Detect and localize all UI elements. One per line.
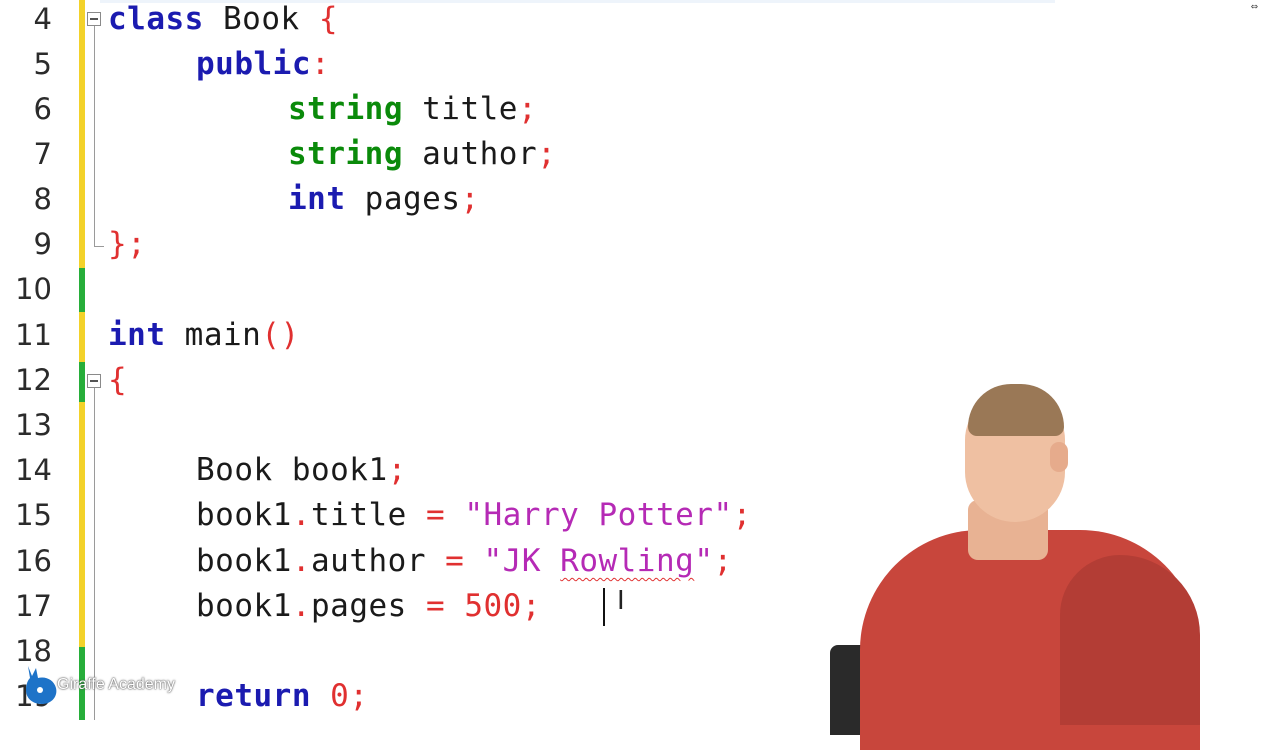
punctuation: ; xyxy=(517,91,538,127)
code-line-12: { xyxy=(108,358,127,403)
keyword: public xyxy=(196,46,311,82)
line-number: 8 xyxy=(33,182,52,216)
change-marker-modified xyxy=(79,268,85,312)
string-literal: " xyxy=(694,543,714,579)
identifier: book1 xyxy=(196,543,292,579)
code-line-9: }; xyxy=(108,222,146,267)
resize-icon: ⇔ xyxy=(1250,0,1258,13)
keyword: int xyxy=(288,181,346,217)
punctuation: . xyxy=(291,543,311,579)
ibeam-cursor-icon: I xyxy=(617,586,625,616)
punctuation: : xyxy=(310,46,331,82)
code-line-8: int pages; xyxy=(288,177,480,222)
fold-guide xyxy=(94,388,95,720)
identifier: book1 xyxy=(196,588,292,624)
punctuation: . xyxy=(291,588,311,624)
punctuation: ; xyxy=(349,678,369,714)
line-number: 11 xyxy=(15,318,52,352)
fold-guide-end xyxy=(94,246,104,247)
punctuation: ; xyxy=(537,136,557,172)
fold-toggle-icon[interactable] xyxy=(87,374,101,388)
punctuation: { xyxy=(108,362,128,398)
punctuation: ; xyxy=(387,452,407,488)
punctuation: }; xyxy=(108,226,147,262)
text-caret xyxy=(603,588,605,626)
code-line-16: book1.author = "JK Rowling"; xyxy=(196,539,733,584)
code-line-6: string title; xyxy=(288,87,537,132)
line-number: 9 xyxy=(33,227,52,261)
code-line-17: book1.pages = 500; xyxy=(196,584,541,629)
line-number: 10 xyxy=(15,272,52,306)
identifier: book1 xyxy=(196,497,292,533)
line-number-gutter: 4 5 6 7 8 9 10 11 12 13 14 15 16 17 18 1… xyxy=(0,0,62,720)
change-marker-saved xyxy=(79,0,85,268)
change-marker-modified xyxy=(79,362,85,402)
identifier: Book xyxy=(203,1,319,37)
punctuation: ; xyxy=(521,588,541,624)
code-line-5: public: xyxy=(196,42,330,87)
identifier: pages xyxy=(311,588,426,624)
watermark-text: Giraffe Academy xyxy=(57,676,175,693)
type-keyword: string xyxy=(288,136,403,172)
identifier: author xyxy=(402,136,538,172)
punctuation: . xyxy=(291,497,311,533)
code-line-4: class Book { xyxy=(108,0,338,42)
line-number: 5 xyxy=(33,47,52,81)
line-number: 12 xyxy=(15,363,52,397)
fold-guide xyxy=(94,26,95,246)
line-number: 14 xyxy=(15,453,52,487)
string-literal: "Harry Potter" xyxy=(445,497,733,533)
line-number: 17 xyxy=(15,589,52,623)
string-literal: "JK xyxy=(464,543,561,579)
line-number: 16 xyxy=(15,544,52,578)
line-number: 6 xyxy=(33,92,52,126)
fold-toggle-icon[interactable] xyxy=(87,12,101,26)
operator: = xyxy=(445,543,465,579)
identifier: author xyxy=(311,543,446,579)
punctuation: { xyxy=(318,1,338,37)
code-line-19: return 0; xyxy=(196,674,368,719)
punctuation: () xyxy=(261,317,300,353)
code-line-11: int main() xyxy=(108,313,300,358)
identifier: Book book1 xyxy=(196,452,388,488)
code-line-15: book1.title = "Harry Potter"; xyxy=(196,493,752,538)
keyword: return xyxy=(196,678,311,714)
punctuation: ; xyxy=(713,543,733,579)
change-marker-saved xyxy=(79,402,85,647)
keyword: int xyxy=(108,317,166,353)
change-marker-saved xyxy=(79,312,85,362)
line-number: 15 xyxy=(15,498,52,532)
operator: = xyxy=(425,588,446,624)
code-line-14: Book book1; xyxy=(196,448,407,493)
type-keyword: string xyxy=(288,91,403,127)
presenter-shirt-shade xyxy=(1060,555,1200,725)
keyword: class xyxy=(108,1,204,37)
presenter-hair xyxy=(968,384,1064,436)
punctuation: ; xyxy=(732,497,752,533)
line-number: 4 xyxy=(33,2,52,36)
identifier: pages xyxy=(345,181,461,217)
operator: = xyxy=(425,497,446,533)
identifier: main xyxy=(165,317,262,353)
presenter-ear xyxy=(1050,442,1068,472)
punctuation: ; xyxy=(460,181,480,217)
number-literal: 500 xyxy=(445,588,522,624)
spellcheck-word[interactable]: Rowling xyxy=(560,543,694,579)
presenter-video xyxy=(820,380,1280,750)
line-number: 13 xyxy=(15,408,52,442)
code-line-7: string author; xyxy=(288,132,556,177)
identifier: title xyxy=(402,91,518,127)
line-number: 7 xyxy=(33,137,52,171)
number-literal: 0 xyxy=(310,678,350,714)
identifier: title xyxy=(311,497,426,533)
